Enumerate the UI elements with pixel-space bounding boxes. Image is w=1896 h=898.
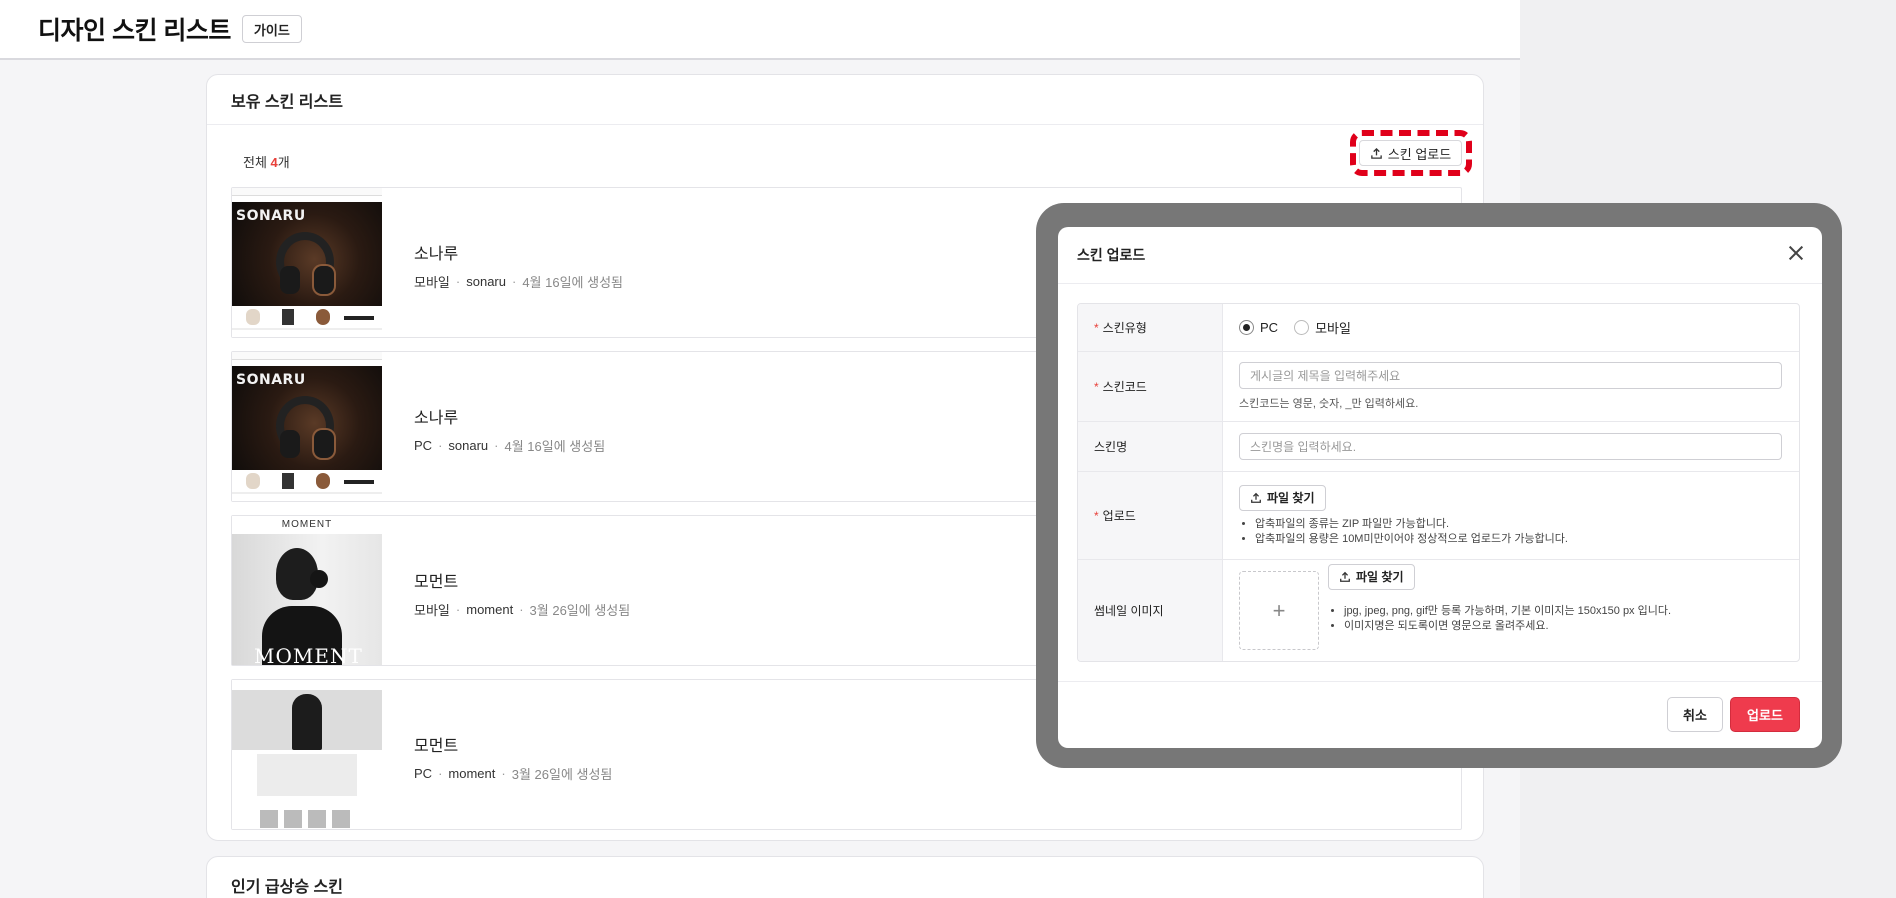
skin-meta: 모바일 · sonaru · 4월 16일에 생성됨 [414,274,624,290]
skin-name: 모먼트 [414,738,459,755]
owned-skin-title: 보유 스킨 리스트 [207,75,1483,125]
cancel-button[interactable]: 취소 [1667,697,1723,732]
upload-icon [1339,571,1351,583]
thumbnail-row: 썸네일 이미지 + 파일 찾기 jpg, jpeg, png, gif만 등록 … [1078,560,1799,661]
skin-type-row: * 스킨유형 PC 모바일 [1078,304,1799,352]
skin-thumbnail [232,680,382,829]
skin-name: 모먼트 [414,574,459,591]
skin-thumbnail: SONARU [232,352,382,501]
page-title: 디자인 스킨 리스트 [38,17,231,45]
thumbnail-notes: jpg, jpeg, png, gif만 등록 가능하며, 기본 이미지는 15… [1328,604,1671,634]
modal-footer [1058,681,1822,682]
upload-notes: 압축파일의 종류는 ZIP 파일만 가능합니다. 압축파일의 용량은 10M미만… [1239,517,1783,547]
popular-skin-title: 인기 급상승 스킨 [231,879,343,896]
upload-form: *스킨유형 PC 모바일 *스킨코드 스킨코드는 영문, 숫자, _만 입력하세… [1077,303,1800,662]
skin-code-hint: 스킨코드는 영문, 숫자, _만 입력하세요. [1239,398,1419,410]
skin-name-row: 스킨명 [1078,422,1799,472]
radio-pc[interactable]: PC [1239,320,1278,335]
modal-title: 스킨 업로드 [1058,227,1822,284]
skin-name: 소나루 [414,246,459,263]
skin-name-input[interactable] [1239,433,1782,460]
skin-meta: PC · sonaru · 4월 16일에 생성됨 [414,438,606,454]
upload-icon [1370,147,1383,160]
thumbnail-file-find-button[interactable]: 파일 찾기 [1328,563,1415,590]
guide-button[interactable]: 가이드 [241,15,302,43]
upload-icon [1250,492,1262,504]
file-find-button[interactable]: 파일 찾기 [1239,484,1326,511]
skin-thumbnail: SONARU [232,188,382,337]
skin-count-number: 4 [270,155,278,170]
skin-meta: PC · moment · 3월 26일에 생성됨 [414,766,613,782]
radio-mobile[interactable]: 모바일 [1294,318,1351,337]
skin-type-radio-group: PC 모바일 [1239,318,1783,337]
skin-upload-modal: 스킨 업로드 *스킨유형 PC 모바일 *스킨코드 스킨코드는 영문, 숫자, … [1058,227,1822,748]
popular-skin-card: 인기 급상승 스킨 [206,856,1484,898]
skin-code-input[interactable] [1239,362,1782,389]
radio-checked-icon [1239,320,1254,335]
upload-row: *업로드 파일 찾기 압축파일의 종류는 ZIP 파일만 가능합니다. 압축파일… [1078,472,1799,560]
skin-code-row: *스킨코드 스킨코드는 영문, 숫자, _만 입력하세요. [1078,352,1799,422]
skin-upload-button[interactable]: 스킨 업로드 [1359,140,1462,166]
thumbnail-add-box[interactable]: + [1239,571,1319,650]
skin-meta: 모바일 · moment · 3월 26일에 생성됨 [414,602,631,618]
skin-thumbnail: MOMENT MOMENT [232,516,382,665]
top-bar: 디자인 스킨 리스트 가이드 [0,0,1520,60]
skin-name: 소나루 [414,410,459,427]
radio-unchecked-icon [1294,320,1310,335]
skin-count: 전체 4개 [243,155,290,170]
submit-upload-button[interactable]: 업로드 [1730,697,1800,732]
close-icon[interactable] [1786,243,1806,263]
